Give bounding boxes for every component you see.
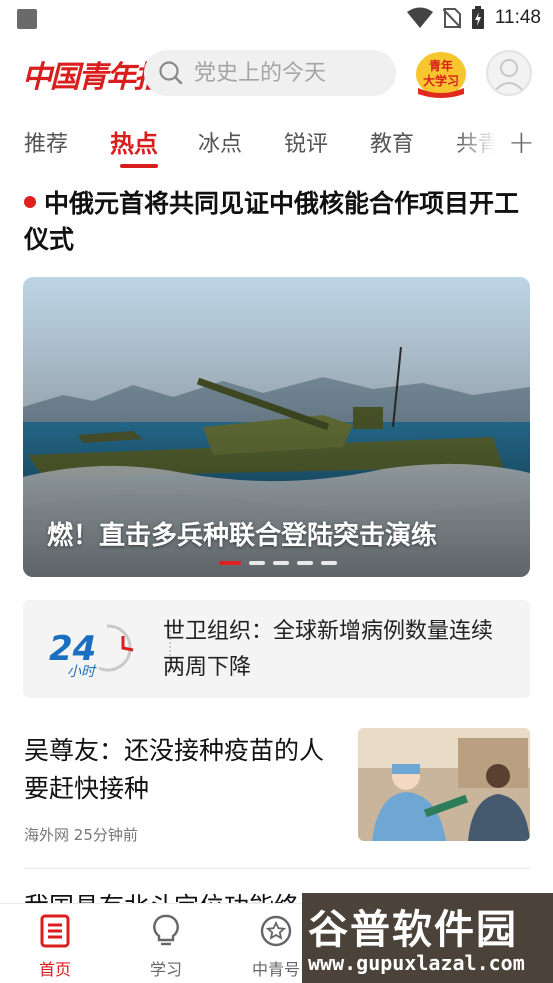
- banner-carousel[interactable]: 燃！直击多兵种联合登陆突击演练: [23, 277, 530, 577]
- watermark-url: www.gupuxlazal.com: [308, 951, 525, 975]
- carousel-dot: [219, 561, 241, 565]
- tab-hot[interactable]: 热点: [110, 124, 158, 159]
- logo-24-number: 24: [49, 629, 96, 669]
- tab-recommend[interactable]: 推荐: [24, 126, 68, 158]
- article-title: 吴尊友：还没接种疫苗的人要赶快接种: [24, 736, 325, 803]
- youth-study-badge-icon[interactable]: 青年 大学习: [414, 48, 468, 98]
- channel-tabs: 推荐 热点 冰点 锐评 教育 共青 +: [0, 118, 553, 174]
- status-time: 11:48: [494, 7, 541, 28]
- user-avatar[interactable]: [486, 50, 532, 96]
- article-thumbnail-image: [358, 728, 530, 841]
- headline-text: 中俄元首将共同见证中俄核能合作项目开工仪式: [24, 189, 520, 254]
- news-list-item[interactable]: 吴尊友：还没接种疫苗的人要赶快接种 海外网 25分钟前: [24, 728, 530, 846]
- news-24h-text: 世卫组织：全球新增病例数量连续两周下降: [163, 619, 494, 680]
- carousel-indicator: [219, 561, 337, 565]
- star-badge-icon: [260, 915, 292, 947]
- active-tab-indicator: [120, 164, 158, 168]
- tab-freezing-point[interactable]: 冰点: [198, 126, 242, 158]
- app-header: 中国青年报 青年 大学习: [0, 42, 553, 106]
- nav-home[interactable]: 首页: [15, 914, 95, 980]
- article-time: 25分钟前: [73, 826, 138, 844]
- badge-line-2: 大学习: [423, 73, 459, 88]
- carousel-dot: [297, 561, 313, 565]
- badge-line-1: 青年: [429, 58, 453, 73]
- top-headline[interactable]: 中俄元首将共同见证中俄核能合作项目开工仪式: [24, 186, 534, 258]
- article-source: 海外网: [24, 826, 70, 844]
- status-bar: 11:48: [0, 0, 553, 36]
- lightbulb-icon: [153, 914, 179, 946]
- add-channel-button[interactable]: +: [508, 124, 535, 160]
- article-thumbnail: [358, 728, 530, 841]
- nav-home-label: 首页: [38, 960, 71, 979]
- list-separator: [24, 868, 530, 869]
- watermark-main: 谷普软件园: [308, 907, 518, 953]
- wifi-icon: [406, 7, 433, 28]
- carousel-dot: [273, 561, 289, 565]
- nav-study-label: 学习: [149, 960, 182, 979]
- tab-education[interactable]: 教育: [370, 126, 414, 158]
- search-input[interactable]: [194, 60, 384, 86]
- battery-charging-icon: [471, 6, 484, 29]
- carousel-dot: [249, 561, 265, 565]
- home-icon: [40, 914, 70, 948]
- clock-24h-icon: 24 小时: [49, 624, 134, 678]
- tabs-fade: [455, 118, 500, 174]
- logo-24-sub: 小时: [67, 664, 97, 678]
- no-sim-icon: [442, 8, 461, 29]
- brand-logo[interactable]: 中国青年报: [22, 52, 164, 96]
- search-bar[interactable]: [144, 50, 396, 96]
- watermark: 谷普软件园 www.gupuxlazal.com: [302, 893, 553, 983]
- news-24h-card[interactable]: 24 小时 世卫组织：全球新增病例数量连续两周下降: [23, 600, 530, 698]
- nav-study[interactable]: 学习: [126, 914, 206, 980]
- tab-commentary[interactable]: 锐评: [284, 126, 328, 158]
- notification-icon: [17, 9, 37, 29]
- search-icon: [159, 61, 183, 85]
- live-dot-icon: [24, 196, 36, 208]
- article-meta: 海外网 25分钟前: [24, 824, 138, 845]
- carousel-dot: [321, 561, 337, 565]
- user-avatar-icon: [493, 59, 525, 93]
- banner-caption: 燃！直击多兵种联合登陆突击演练: [47, 521, 438, 551]
